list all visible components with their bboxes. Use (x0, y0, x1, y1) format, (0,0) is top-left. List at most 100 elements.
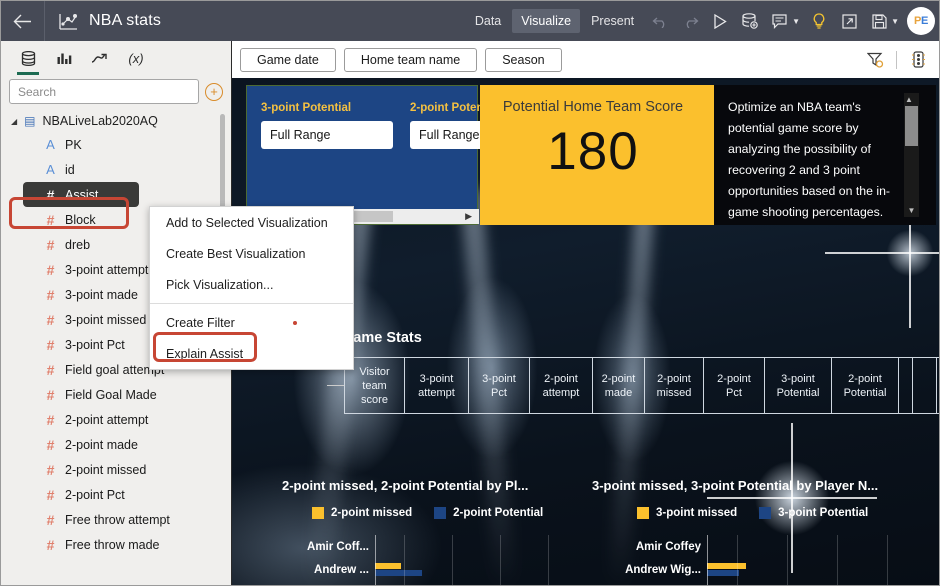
menu-item-create-filter[interactable]: Create Filter (150, 307, 353, 338)
dataset-label: NBALiveLab2020AQ (42, 114, 158, 128)
table-header-cell[interactable] (913, 358, 937, 413)
save-icon[interactable] (864, 1, 894, 41)
filter-3-point-potential[interactable]: 3-point Potential Full Range (261, 102, 393, 149)
chart-bar-row[interactable]: Amir Coff... (282, 535, 602, 558)
field-free-throw-attempt[interactable]: # Free throw attempt (1, 507, 231, 532)
field-field-goal-made[interactable]: # Field Goal Made (1, 382, 231, 407)
field-label: 2-point attempt (65, 412, 149, 427)
insight-bulb-icon[interactable] (804, 1, 834, 41)
scroll-down-arrow-icon[interactable]: ▼ (908, 206, 916, 215)
field-label: 2-point missed (65, 462, 147, 477)
legend-swatch (637, 507, 649, 519)
scroll-up-arrow-icon[interactable]: ▲ (905, 95, 918, 104)
add-icon[interactable]: + (205, 82, 223, 101)
filter-value-input[interactable]: Full Range (261, 121, 393, 149)
menu-item-create-best-visualization[interactable]: Create Best Visualization (150, 238, 353, 269)
left-panel-tabs: (x) (1, 41, 231, 76)
gridline (548, 535, 549, 585)
filter-chip-home-team-name[interactable]: Home team name (343, 47, 478, 72)
undo-icon[interactable] (645, 1, 675, 41)
filter-card[interactable]: 3-point Potential Full Range 2-point Pot… (246, 85, 542, 225)
menu-present[interactable]: Present (582, 9, 643, 33)
table-header-cell[interactable]: 3-point Pct (469, 358, 530, 413)
field-2-point-made[interactable]: # 2-point made (1, 432, 231, 457)
legend-item[interactable]: 2-point missed (312, 507, 412, 519)
chart-2-point[interactable]: 2-point missed, 2-point Potential by Pl.… (282, 478, 602, 585)
table-header-cell[interactable]: 2-point attempt (530, 358, 593, 413)
scroll-right-arrow-icon[interactable]: ▶ (465, 211, 472, 222)
chart-plot-area: Amir Coffey Andrew Wig... (592, 535, 937, 585)
scrollbar-thumb[interactable] (905, 106, 918, 146)
description-text: Optimize an NBA team's potential game sc… (728, 100, 891, 219)
back-button[interactable] (1, 1, 45, 41)
menu-item-label: Create Filter (166, 315, 235, 330)
redo-icon[interactable] (675, 1, 705, 41)
chart-bar-row[interactable]: Brad Wan... (282, 581, 602, 585)
field-pk[interactable]: A PK (1, 132, 231, 157)
table-header-cell[interactable] (899, 358, 913, 413)
chart-3-point[interactable]: 3-point missed, 3-point Potential by Pla… (592, 478, 937, 585)
gridline (737, 535, 738, 585)
legend-item[interactable]: 2-point Potential (434, 507, 543, 519)
filter-label: 3-point Potential (261, 102, 352, 114)
table-header-cell[interactable]: 2-point Potential (832, 358, 899, 413)
menu-item-add-to-selected-visualization[interactable]: Add to Selected Visualization (150, 207, 353, 238)
game-stats-table-header: Visitor team score 3-point attempt 3-poi… (344, 357, 939, 414)
trend-line-icon (91, 53, 107, 63)
number-type-icon: # (46, 486, 55, 503)
bar-group (375, 563, 422, 576)
gridline (500, 535, 501, 585)
y-axis-line (375, 535, 376, 585)
filter-chip-season[interactable]: Season (485, 47, 562, 72)
sidebar-tab-expression[interactable]: (x) (119, 42, 153, 75)
menu-item-pick-visualization[interactable]: Pick Visualization... (150, 269, 353, 300)
expand-triangle-icon[interactable]: ◢ (11, 117, 17, 126)
sidebar-tab-trend[interactable] (83, 42, 117, 75)
field-2-point-pct[interactable]: # 2-point Pct (1, 482, 231, 507)
avatar[interactable]: PE (907, 7, 935, 35)
tree-root-node[interactable]: ◢ ▤ NBALiveLab2020AQ (1, 110, 231, 132)
menu-visualize[interactable]: Visualize (512, 9, 581, 33)
kpi-card[interactable]: Potential Home Team Score 180 (480, 85, 706, 225)
field-assist[interactable]: # Assist (23, 182, 139, 207)
table-header-cell[interactable]: Visitor team score (345, 358, 405, 413)
legend-item[interactable]: 3-point missed (637, 507, 737, 519)
chart-bar-row[interactable]: Andrew ... (282, 558, 602, 581)
filter-chip-game-date[interactable]: Game date (240, 47, 336, 72)
description-scrollbar[interactable]: ▲ ▼ (904, 93, 919, 217)
field-id[interactable]: A id (1, 157, 231, 182)
search-input[interactable] (9, 79, 199, 104)
sidebar-tab-data[interactable] (11, 42, 45, 75)
field-2-point-attempt[interactable]: # 2-point attempt (1, 407, 231, 432)
comment-dropdown-caret[interactable]: ▼ (792, 17, 800, 26)
menu-item-explain-assist[interactable]: Explain Assist (150, 338, 353, 369)
table-header-cell[interactable]: 2-point made (593, 358, 645, 413)
table-header-cell[interactable]: 3-point Potential (765, 358, 832, 413)
application-window: NBA stats Data Visualize Present ▼ ▼ P E… (0, 0, 940, 586)
field-free-throw-made[interactable]: # Free throw made (1, 532, 231, 557)
chart-bar-row[interactable]: Brad Wana... (592, 581, 937, 585)
save-data-icon[interactable] (735, 1, 765, 41)
field-2-point-missed[interactable]: # 2-point missed (1, 457, 231, 482)
sidebar-tab-charts[interactable] (47, 42, 81, 75)
bar-series-2 (375, 570, 422, 576)
play-icon[interactable] (705, 1, 735, 41)
open-external-icon[interactable] (834, 1, 864, 41)
table-header-cell[interactable]: 2-point Pct (704, 358, 765, 413)
legend-item[interactable]: 3-point Potential (759, 507, 868, 519)
gridline (837, 535, 838, 585)
number-type-icon: # (46, 336, 55, 353)
legend-label: 2-point Potential (453, 507, 544, 519)
table-header-cell[interactable]: 2-point missed (645, 358, 704, 413)
filter-settings-icon[interactable] (860, 46, 890, 74)
save-dropdown-caret[interactable]: ▼ (891, 17, 899, 26)
chart-bar-row[interactable]: Amir Coffey (592, 535, 937, 558)
field-label: Block (65, 212, 96, 227)
chart-bar-row[interactable]: Andrew Wig... (592, 558, 937, 581)
number-type-icon: # (46, 386, 55, 403)
comment-icon[interactable] (765, 1, 795, 41)
traffic-light-icon[interactable] (903, 46, 933, 74)
table-header-cell[interactable]: 3-point attempt (405, 358, 469, 413)
menu-data[interactable]: Data (466, 9, 510, 33)
kpi-title: Potential Home Team Score (502, 99, 684, 115)
